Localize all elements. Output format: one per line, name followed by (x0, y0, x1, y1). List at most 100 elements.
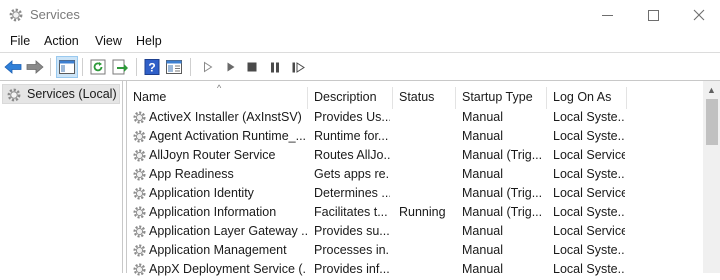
maximize-icon (647, 9, 659, 21)
back-button[interactable] (3, 57, 23, 77)
list-header: Name Description Status Startup Type Log… (127, 87, 703, 109)
service-gear-icon (132, 205, 147, 223)
stop-service-button[interactable] (242, 57, 262, 77)
service-gear-icon (132, 224, 147, 242)
forward-arrow-icon (26, 60, 44, 74)
menu-file[interactable]: File (10, 34, 30, 48)
help-icon: ? (144, 59, 160, 75)
service-name: ActiveX Installer (AxInstSV) (149, 110, 302, 124)
service-gear-icon (132, 129, 147, 147)
service-description: Provides inf... (314, 262, 390, 276)
start-paused-icon (227, 62, 235, 72)
menu-help[interactable]: Help (136, 34, 162, 48)
service-name: App Readiness (149, 167, 234, 181)
refresh-icon (90, 59, 106, 75)
service-name: AllJoyn Router Service (149, 148, 276, 162)
minimize-icon (601, 14, 613, 16)
menu-view[interactable]: View (95, 34, 122, 48)
service-name: Application Information (149, 205, 277, 219)
service-description: Gets apps re... (314, 167, 390, 181)
column-header-description[interactable]: Description (308, 87, 393, 109)
table-row[interactable]: ActiveX Installer (AxInstSV) Provides Us… (127, 109, 703, 128)
tree-item-services-local[interactable]: Services (Local) (2, 84, 120, 104)
stop-icon (247, 62, 257, 72)
service-startup-type: Manual (462, 262, 503, 276)
forward-button[interactable] (25, 57, 45, 77)
service-description: Routes AllJo... (314, 148, 390, 162)
resume-service-button[interactable] (288, 57, 308, 77)
menu-bar: File Action View Help (0, 30, 720, 52)
service-log-on-as: Local Service (553, 148, 625, 162)
services-list: ^ Name Description Status Startup Type L… (126, 81, 720, 276)
service-description: Processes in... (314, 243, 390, 257)
service-status: Running (399, 205, 446, 219)
service-gear-icon (132, 110, 147, 128)
table-row[interactable]: Application Layer Gateway ... Provides s… (127, 223, 703, 242)
scroll-up-icon[interactable]: ▲ (707, 85, 716, 95)
service-log-on-as: Local Syste... (553, 262, 625, 276)
start-icon (204, 61, 213, 73)
maximize-button[interactable] (638, 4, 668, 26)
service-gear-icon (132, 186, 147, 204)
column-header-log-on-as[interactable]: Log On As (547, 87, 627, 109)
export-list-button[interactable] (110, 57, 130, 77)
console-tree-icon (59, 60, 75, 74)
table-row[interactable]: Application Information Facilitates t...… (127, 204, 703, 223)
toolbar-separator (190, 58, 191, 76)
menu-action[interactable]: Action (44, 34, 79, 48)
scrollbar-thumb[interactable] (706, 99, 718, 145)
back-arrow-icon (4, 60, 22, 74)
service-description: Provides su... (314, 224, 390, 238)
service-name: AppX Deployment Service (... (149, 262, 307, 276)
service-description: Runtime for... (314, 129, 389, 143)
service-gear-icon (132, 148, 147, 166)
toolbar-separator (136, 58, 137, 76)
service-startup-type: Manual (462, 224, 503, 238)
help-button[interactable]: ? (142, 57, 162, 77)
column-header-name[interactable]: Name (127, 87, 308, 109)
service-name: Application Identity (149, 186, 254, 200)
table-row[interactable]: Application Management Processes in... M… (127, 242, 703, 261)
svg-text:?: ? (148, 61, 155, 75)
resume-icon (292, 61, 305, 73)
export-list-icon (112, 59, 128, 75)
vertical-scrollbar[interactable]: ▲ (703, 81, 720, 273)
service-startup-type: Manual (462, 167, 503, 181)
table-row[interactable]: Application Identity Determines ... Manu… (127, 185, 703, 204)
gear-icon (6, 87, 22, 106)
close-icon (693, 9, 705, 21)
service-startup-type: Manual (Trig... (462, 205, 543, 219)
service-startup-type: Manual (462, 129, 503, 143)
table-row[interactable]: Agent Activation Runtime_... Runtime for… (127, 128, 703, 147)
toolbar-separator (82, 58, 83, 76)
column-header-startup-type[interactable]: Startup Type (456, 87, 547, 109)
service-description: Facilitates t... (314, 205, 388, 219)
table-row[interactable]: App Readiness Gets apps re... Manual Loc… (127, 166, 703, 185)
console-tree: Services (Local) (0, 81, 123, 273)
table-row[interactable]: AllJoyn Router Service Routes AllJo... M… (127, 147, 703, 166)
show-console-tree-button[interactable] (56, 56, 78, 78)
pause-service-button[interactable] (265, 57, 285, 77)
start-service-button[interactable] (198, 57, 218, 77)
service-name: Agent Activation Runtime_... (149, 129, 307, 143)
table-row[interactable]: AppX Deployment Service (... Provides in… (127, 261, 703, 280)
service-startup-type: Manual (462, 110, 503, 124)
service-log-on-as: Local Service (553, 186, 625, 200)
service-description: Determines ... (314, 186, 390, 200)
window-title: Services (30, 7, 80, 22)
toolbar: ? (0, 53, 720, 80)
service-gear-icon (132, 243, 147, 261)
services-gear-icon (8, 7, 24, 23)
service-name: Application Layer Gateway ... (149, 224, 307, 238)
properties-button[interactable] (164, 57, 184, 77)
tree-item-label: Services (Local) (27, 87, 117, 101)
column-header-status[interactable]: Status (393, 87, 456, 109)
service-startup-type: Manual (Trig... (462, 148, 543, 162)
service-log-on-as: Local Syste... (553, 110, 625, 124)
start-paused-button[interactable] (221, 57, 241, 77)
refresh-button[interactable] (88, 57, 108, 77)
service-description: Provides Us... (314, 110, 390, 124)
minimize-button[interactable] (592, 4, 622, 26)
close-button[interactable] (684, 4, 714, 26)
pause-icon (271, 62, 279, 72)
